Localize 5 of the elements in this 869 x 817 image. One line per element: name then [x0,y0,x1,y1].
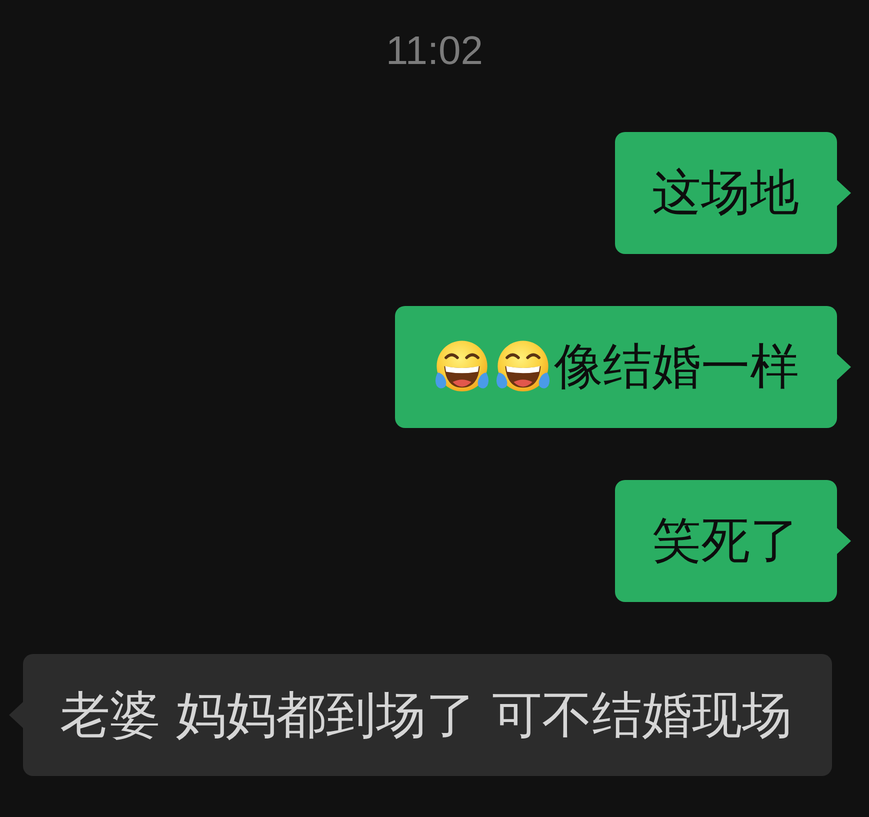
message-text: 这场地 [652,163,799,223]
message-text: 老婆 妈妈都到场了 可不结婚现场 [60,685,792,745]
message-text: 像结婚一样 [554,337,799,397]
message-text: 笑死了 [652,511,799,571]
message-time: 11:02 [386,28,484,74]
